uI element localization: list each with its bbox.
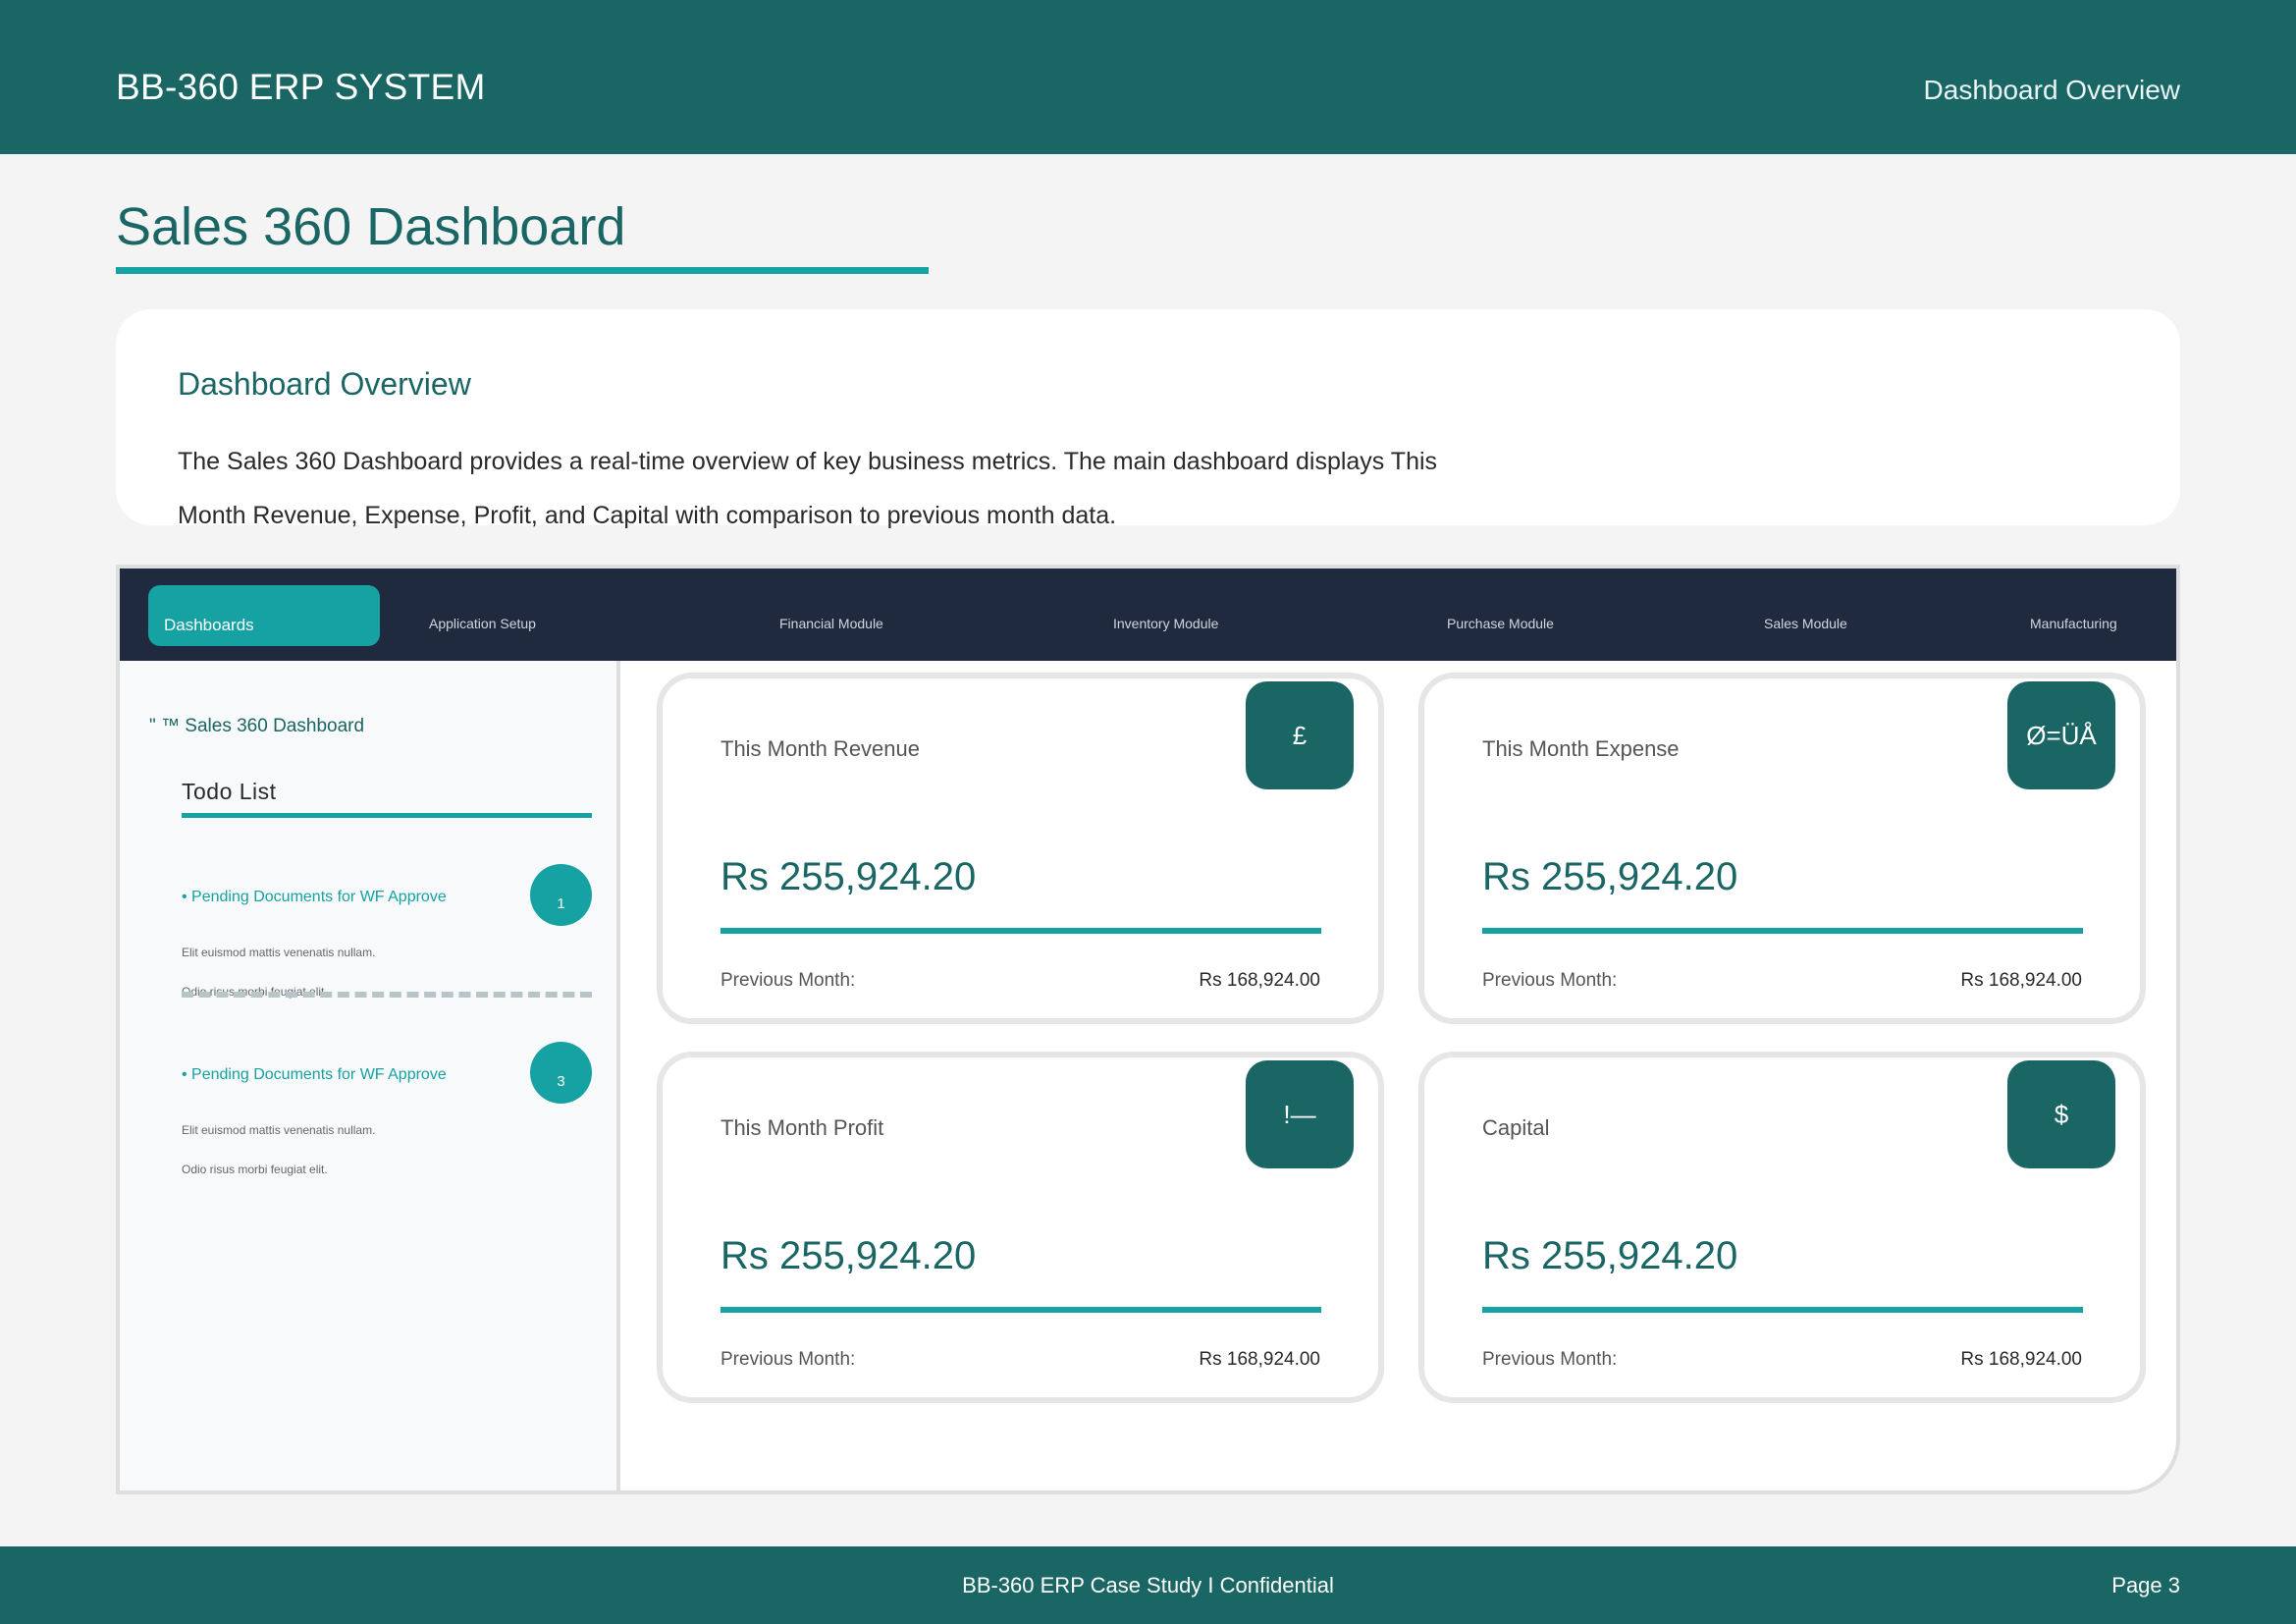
nav-item-manufacturing[interactable]: Manufacturing [2030,616,2117,631]
sidebar-breadcrumb[interactable]: " ™ Sales 360 Dashboard [149,716,364,737]
metric-value: Rs 255,924.20 [1482,855,1738,898]
metric-card-profit: This Month Profit !— Rs 255,924.20 Previ… [657,1052,1384,1403]
dollar-icon: $ [2007,1060,2115,1168]
brand-title: BB-360 ERP SYSTEM [116,67,486,107]
overview-paragraph: The Sales 360 Dashboard provides a real-… [178,448,1438,529]
sidebar: " ™ Sales 360 Dashboard Todo List • Pend… [120,661,620,1490]
metric-label: This Month Revenue [721,736,920,761]
nav-item-purchase-module[interactable]: Purchase Module [1447,616,1554,631]
previous-month-value: Rs 168,924.00 [1960,970,2082,991]
dashboard-screenshot: Dashboards Application Setup Financial M… [116,565,2180,1494]
metric-card-revenue: This Month Revenue £ Rs 255,924.20 Previ… [657,673,1384,1024]
metric-value: Rs 255,924.20 [721,855,977,898]
metric-value: Rs 255,924.20 [721,1234,977,1277]
nav-item-dashboards[interactable]: Dashboards [148,585,380,646]
nav-item-financial-module[interactable]: Financial Module [779,616,883,631]
nav-item-application-setup[interactable]: Application Setup [429,616,536,631]
metric-card-capital: Capital $ Rs 255,924.20 Previous Month: … [1418,1052,2146,1403]
todo-item-label[interactable]: • Pending Documents for WF Approve [182,889,447,906]
page-footer: BB-360 ERP Case Study I Confidential Pag… [0,1546,2296,1624]
previous-month-value: Rs 168,924.00 [1960,1349,2082,1370]
todo-item-label[interactable]: • Pending Documents for WF Approve [182,1066,447,1084]
top-header: BB-360 ERP SYSTEM Dashboard Overview [0,0,2296,154]
expense-icon: Ø=ÜÅ [2007,681,2115,789]
module-navbar: Dashboards Application Setup Financial M… [120,568,2176,661]
footer-caption: BB-360 ERP Case Study I Confidential [962,1573,1334,1597]
todo-title-underline [182,813,592,818]
page-number: Page 3 [2111,1573,2180,1597]
metric-bar [1482,1307,2083,1313]
profit-icon: !— [1246,1060,1354,1168]
overview-card: Dashboard Overview The Sales 360 Dashboa… [116,309,2180,529]
metric-bar [721,1307,1321,1313]
previous-month-value: Rs 168,924.00 [1199,970,1320,991]
page-title: Sales 360 Dashboard [116,197,626,256]
nav-item-sales-module[interactable]: Sales Module [1764,616,1847,631]
todo-divider [182,992,592,998]
previous-month-label: Previous Month: [1482,970,1618,991]
metric-bar [721,928,1321,934]
previous-month-value: Rs 168,924.00 [1199,1349,1320,1370]
metric-label: Capital [1482,1115,1550,1140]
metric-card-expense: This Month Expense Ø=ÜÅ Rs 255,924.20 Pr… [1418,673,2146,1024]
metric-bar [1482,928,2083,934]
todo-item[interactable]: • Pending Documents for WF Approve 1 Eli… [182,864,592,1021]
metric-value: Rs 255,924.20 [1482,1234,1738,1277]
todo-list-title: Todo List [182,779,277,804]
nav-item-inventory-module[interactable]: Inventory Module [1113,616,1218,631]
title-underline [116,267,929,274]
todo-count-badge: 3 [530,1042,592,1104]
previous-month-label: Previous Month: [721,1349,856,1370]
todo-item[interactable]: • Pending Documents for WF Approve 3 Eli… [182,1042,592,1199]
metric-label: This Month Expense [1482,736,1680,761]
previous-month-label: Previous Month: [721,970,856,991]
overview-heading: Dashboard Overview [178,366,471,402]
todo-count-badge: 1 [530,864,592,926]
pound-icon: £ [1246,681,1354,789]
todo-item-detail: Odio risus morbi feugiat elit. [182,1163,328,1176]
previous-month-label: Previous Month: [1482,1349,1618,1370]
todo-item-detail: Elit euismod mattis venenatis nullam. [182,1123,376,1137]
metric-label: This Month Profit [721,1115,884,1140]
header-section-label: Dashboard Overview [1923,75,2180,105]
todo-item-detail: Elit euismod mattis venenatis nullam. [182,946,376,959]
